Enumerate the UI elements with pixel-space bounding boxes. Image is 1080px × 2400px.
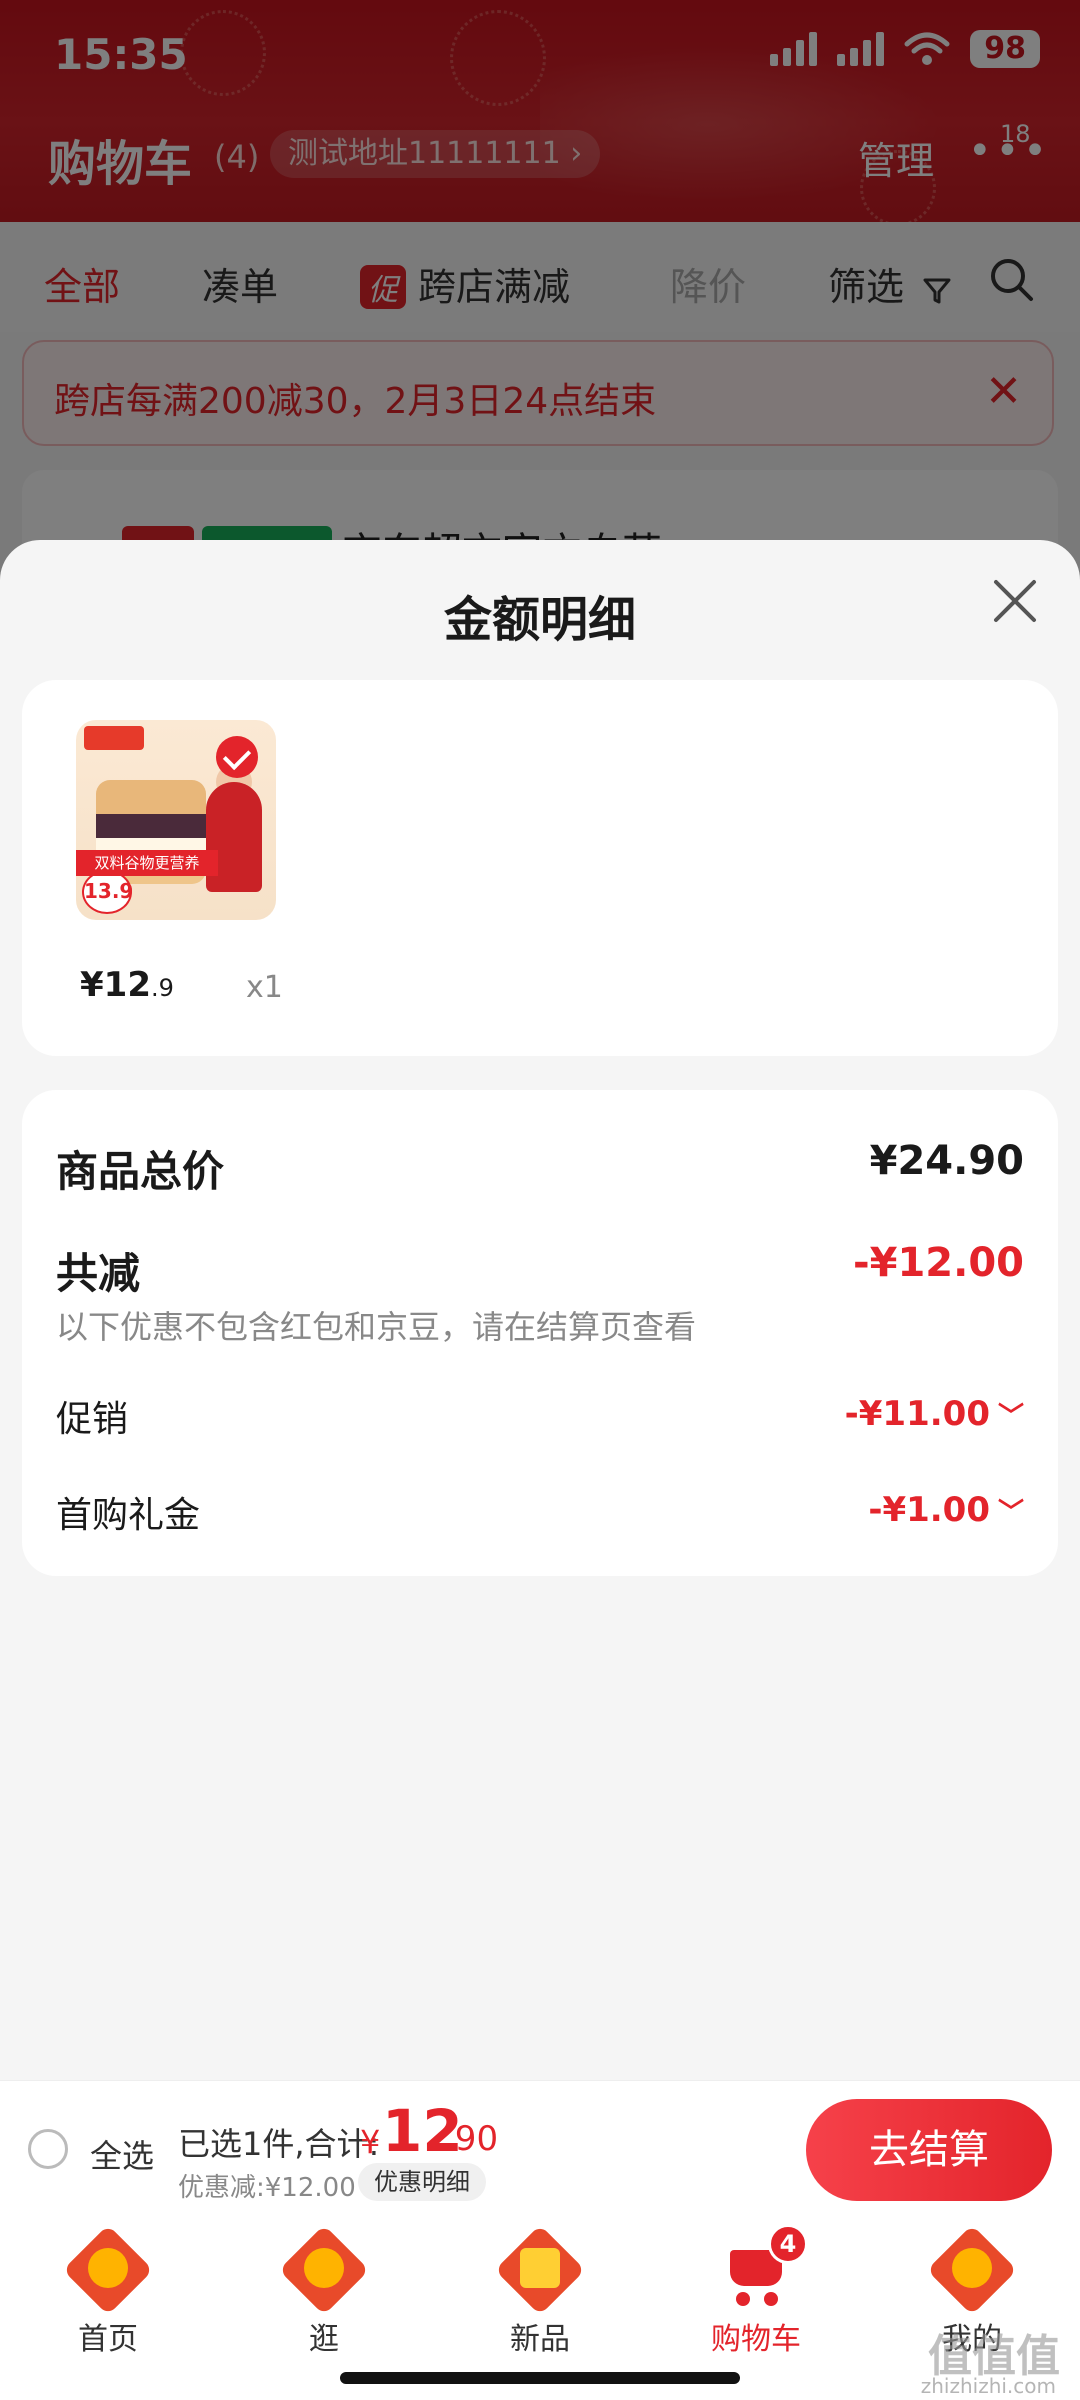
brand-logo (84, 726, 144, 750)
close-icon[interactable] (990, 576, 1040, 626)
price-summary-card: 商品总价 ¥24.90 共减 -¥12.00 以下优惠不包含红包和京豆，请在结算… (22, 1090, 1058, 1576)
product-card: 13.9 双料谷物更营养 ¥12.9 x1 (22, 680, 1058, 1056)
nav-browse[interactable]: 逛 (254, 2224, 394, 2358)
discount-row: 共减 -¥12.00 (56, 1240, 1024, 1301)
first-purchase-label: 首购礼金 (56, 1495, 201, 1536)
product-thumbnail[interactable]: 13.9 (76, 720, 276, 920)
discount-value: -¥12.00 (853, 1240, 1024, 1286)
checkout-button[interactable]: 去结算 (806, 2099, 1052, 2201)
new-products-icon (494, 2224, 586, 2316)
select-all-checkbox[interactable] (28, 2129, 68, 2169)
nav-home[interactable]: 首页 (38, 2224, 178, 2358)
watermark-url: zhizhizhi.com (920, 2374, 1056, 2398)
nav-label: 购物车 (711, 2322, 801, 2357)
total-currency: ¥ (360, 2123, 381, 2161)
home-indicator[interactable] (340, 2372, 740, 2384)
price-integer: ¥12 (80, 965, 151, 1005)
bread-decoration (96, 814, 206, 840)
promotion-row[interactable]: 促销 -¥11.00 ﹀ (56, 1390, 1024, 1442)
discount-note: 以下优惠不包含红包和京豆，请在结算页查看 (56, 1308, 697, 1346)
total-decimal: .90 (444, 2119, 499, 2159)
amount-detail-sheet: 金额明细 13.9 双料谷物更营养 ¥12.9 x1 商品总价 ¥24.90 共… (0, 540, 1080, 2080)
profile-icon (926, 2224, 1018, 2316)
nav-label: 逛 (309, 2322, 339, 2357)
checkout-bar: 全选 已选1件,合计: ¥ 12 .90 优惠减:¥12.00 优惠明细 去结算 (0, 2080, 1080, 2219)
promotion-amount: -¥11.00 (844, 1394, 990, 1434)
discount-text: 优惠减:¥12.00 (178, 2173, 356, 2203)
promotion-label: 促销 (56, 1399, 129, 1440)
selected-check-icon (216, 736, 258, 778)
home-icon (62, 2224, 154, 2316)
nav-new-products[interactable]: 新品 (470, 2224, 610, 2358)
discount-label: 共减 (56, 1249, 141, 1298)
cart-icon: 4 (716, 2224, 808, 2310)
browse-icon (278, 2224, 370, 2316)
nav-label: 首页 (78, 2322, 138, 2357)
cart-badge: 4 (768, 2224, 808, 2264)
product-price: ¥12.9 (80, 965, 174, 1005)
selected-info: 已选1件,合计: (178, 2125, 380, 2163)
chevron-down-icon: ﹀ (997, 1498, 1024, 1528)
total-row: 商品总价 ¥24.90 (56, 1138, 1024, 1199)
nav-cart[interactable]: 4 购物车 (686, 2224, 826, 2358)
first-purchase-amount: -¥1.00 (868, 1490, 990, 1530)
total-label: 商品总价 (56, 1147, 225, 1196)
sheet-title: 金额明细 (443, 592, 636, 648)
first-purchase-value: -¥1.00 ﹀ (868, 1490, 1024, 1530)
discount-detail-button[interactable]: 优惠明细 (358, 2163, 486, 2201)
thumb-price-badge: 13.9 (82, 870, 133, 914)
nav-label: 新品 (510, 2322, 570, 2357)
first-purchase-row[interactable]: 首购礼金 -¥1.00 ﹀ (56, 1486, 1024, 1538)
thumb-banner: 双料谷物更营养 (76, 850, 218, 876)
total-value: ¥24.90 (869, 1138, 1024, 1184)
chevron-down-icon: ﹀ (997, 1402, 1024, 1432)
price-decimal: .9 (150, 974, 174, 1002)
promotion-value: -¥11.00 ﹀ (845, 1394, 1024, 1434)
select-all-label[interactable]: 全选 (90, 2131, 154, 2177)
product-quantity: x1 (246, 970, 283, 1005)
